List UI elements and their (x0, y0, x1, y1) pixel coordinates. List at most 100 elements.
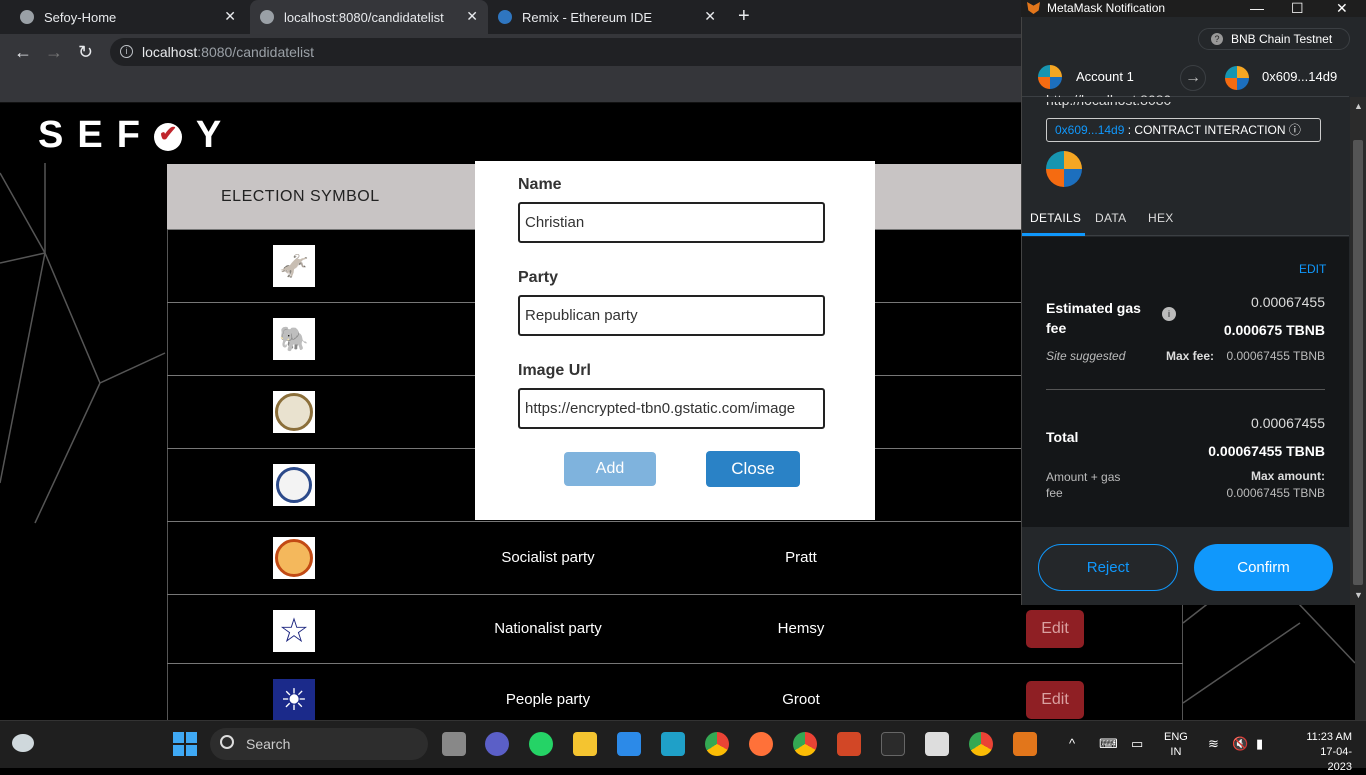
chrome-profile-icon[interactable] (793, 732, 817, 756)
info-icon[interactable]: i (120, 45, 133, 58)
url-text[interactable]: localhost:8080/candidatelist (142, 44, 314, 60)
edit-button[interactable]: Edit (1026, 610, 1084, 648)
sun-icon: ☀ (273, 679, 315, 721)
avatar (1038, 65, 1062, 89)
chat-icon[interactable] (485, 732, 509, 756)
date: 17-04-2023 (1320, 746, 1352, 773)
search-icon (220, 735, 234, 749)
powerpoint-icon[interactable] (837, 732, 861, 756)
name-field[interactable]: Christian (518, 202, 825, 243)
remix-icon (498, 10, 512, 24)
network-selector[interactable]: ? BNB Chain Testnet (1198, 28, 1350, 50)
info-icon[interactable]: i (1162, 307, 1176, 321)
reload-icon[interactable]: ↻ (78, 42, 93, 63)
gas-fee-label: Estimated gas fee (1046, 300, 1141, 336)
candidate-cell: Groot (782, 691, 820, 708)
max-fee-label: Max fee: (1166, 349, 1215, 363)
tab-title: localhost:8080/candidatelist (284, 9, 444, 25)
contract-address[interactable]: 0x609...14d9 (1055, 123, 1124, 137)
confirm-button[interactable]: Confirm (1194, 544, 1333, 591)
tab-remix[interactable]: Remix - Ethereum IDE ✕ (488, 0, 726, 34)
info-icon[interactable]: ⓘ (1289, 123, 1301, 137)
chrome-icon[interactable] (705, 732, 729, 756)
max-amount-value: 0.00067455 TBNB (1226, 486, 1325, 500)
total-small: 0.00067455 (1251, 415, 1325, 431)
recipient-avatar (1225, 66, 1249, 90)
page-scrollbar[interactable] (1355, 605, 1366, 720)
forward-icon[interactable]: → (45, 42, 63, 63)
file-explorer-icon[interactable] (573, 732, 597, 756)
scroll-up-icon[interactable]: ▲ (1354, 101, 1363, 111)
candidate-cell: Hemsy (777, 620, 825, 637)
elephant-icon: 🐘 (273, 318, 315, 360)
region-code: IN (1170, 746, 1182, 758)
party-cell: Nationalist party (494, 620, 602, 637)
taskbar-search[interactable]: Search (210, 728, 428, 760)
add-button[interactable]: Add (564, 452, 656, 486)
image-url-label: Image Url (518, 362, 591, 379)
close-window-icon[interactable]: ✕ (1336, 0, 1348, 17)
reject-button[interactable]: Reject (1038, 544, 1178, 591)
name-label: Name (518, 176, 562, 193)
close-button[interactable]: Close (706, 451, 800, 487)
chevron-up-icon[interactable]: ^ (1069, 736, 1075, 751)
tab-details[interactable]: DETAILS (1030, 211, 1081, 225)
wifi-icon[interactable]: ≋ (1208, 736, 1219, 752)
globe-icon (20, 10, 34, 24)
tab-hex[interactable]: HEX (1148, 211, 1174, 225)
close-tab-icon[interactable]: ✕ (466, 8, 478, 25)
battery-icon[interactable]: ▮ (1256, 736, 1263, 752)
column-header-symbol: ELECTION SYMBOL (221, 188, 380, 205)
emblem-icon (273, 464, 315, 506)
edit-button[interactable]: Edit (1026, 681, 1084, 719)
party-cell: People party (505, 691, 591, 708)
new-tab-icon[interactable]: + (738, 5, 750, 28)
metamask-taskbar-icon[interactable] (1013, 732, 1037, 756)
network-name: BNB Chain Testnet (1231, 32, 1333, 46)
row-divider (167, 663, 1183, 664)
task-view-icon[interactable] (442, 732, 466, 756)
scrollbar-thumb[interactable] (1353, 140, 1363, 585)
clock[interactable]: 11:23 AM 17-04-2023 (1306, 730, 1352, 775)
volume-muted-icon[interactable]: 🔇 (1232, 736, 1248, 752)
close-tab-icon[interactable]: ✕ (704, 8, 716, 25)
scroll-down-icon[interactable]: ▼ (1354, 590, 1363, 600)
terminal-icon[interactable] (881, 732, 905, 756)
display-icon[interactable]: ▭ (1131, 736, 1143, 752)
chrome-alt-icon[interactable] (969, 732, 993, 756)
network-icon: ? (1211, 33, 1223, 45)
tab-sefoy-home[interactable]: Sefoy-Home ✕ (10, 0, 246, 34)
minimize-icon[interactable]: — (1250, 0, 1264, 16)
contract-interaction-pill[interactable]: 0x609...14d9 : CONTRACT INTERACTION ⓘ (1046, 118, 1321, 142)
party-field[interactable]: Republican party (518, 295, 825, 336)
snipping-tool-icon[interactable] (925, 732, 949, 756)
keyboard-icon[interactable]: ⌨ (1099, 736, 1118, 752)
whatsapp-icon[interactable] (529, 732, 553, 756)
sefoy-logo[interactable]: SEF Y (38, 114, 235, 157)
image-url-field[interactable]: https://encrypted-tbn0.gstatic.com/image (518, 388, 825, 429)
weather-icon[interactable] (12, 734, 34, 752)
star-icon: ☆ (273, 610, 315, 652)
tab-title: Sefoy-Home (44, 9, 117, 25)
edit-gas-link[interactable]: EDIT (1299, 262, 1326, 276)
active-tab-indicator (1022, 233, 1085, 236)
back-icon[interactable]: ← (14, 42, 32, 63)
party-label: Party (518, 269, 559, 286)
windows-start-icon[interactable] (173, 732, 197, 756)
lang-code: ENG (1164, 731, 1188, 743)
tab-data[interactable]: DATA (1095, 211, 1126, 225)
vscode-icon[interactable] (617, 732, 641, 756)
maximize-icon[interactable]: ☐ (1291, 0, 1304, 17)
site-suggested-label: Site suggested (1046, 349, 1126, 363)
account-name[interactable]: Account 1 (1076, 69, 1134, 84)
recipient-address[interactable]: 0x609...14d9 (1262, 69, 1337, 84)
party-cell: Socialist party (501, 549, 595, 566)
close-tab-icon[interactable]: ✕ (224, 8, 236, 25)
logo-text-left: SEF (38, 114, 154, 156)
language-indicator[interactable]: ENG IN (1164, 730, 1188, 760)
arrow-right-icon: → (1180, 65, 1206, 91)
firefox-icon[interactable] (749, 732, 773, 756)
tab-candidatelist[interactable]: localhost:8080/candidatelist ✕ (250, 0, 488, 34)
gas-fee-main: 0.000675 TBNB (1223, 322, 1325, 338)
remote-desktop-icon[interactable] (661, 732, 685, 756)
